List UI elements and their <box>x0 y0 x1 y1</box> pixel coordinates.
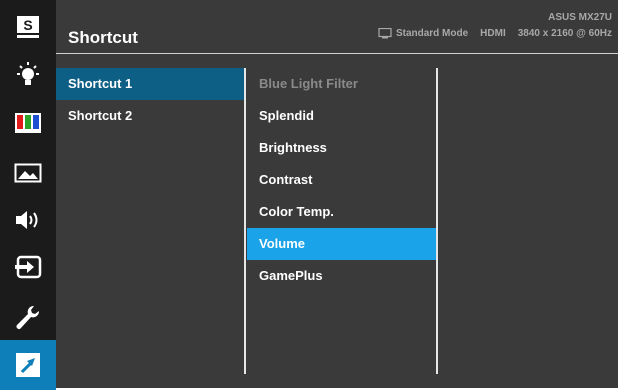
rail-item-splendid[interactable]: S <box>0 2 56 52</box>
monitor-icon <box>378 28 392 39</box>
splendid-s-icon: S <box>17 16 39 38</box>
mode-label: Standard Mode <box>395 28 469 39</box>
rail-item-sound[interactable] <box>0 195 56 245</box>
status-bar: Standard Mode HDMI 3840 x 2160 @ 60Hz <box>378 28 612 39</box>
system-setup-wrench-icon <box>16 305 40 329</box>
option-gameplus[interactable]: GamePlus <box>247 260 437 292</box>
sound-icon <box>16 211 38 229</box>
shortcut-arrow-icon <box>16 353 40 377</box>
option-brightness[interactable]: Brightness <box>247 132 437 164</box>
input-label: HDMI <box>480 28 506 39</box>
main-menu-rail: S <box>0 0 56 390</box>
image-icon <box>14 163 42 183</box>
blue-light-filter-icon <box>17 62 39 85</box>
rail-item-blue-light[interactable] <box>0 50 56 100</box>
rail-item-shortcut[interactable] <box>0 340 56 390</box>
model-name: ASUS MX27U <box>548 12 612 23</box>
rail-item-system-setup[interactable] <box>0 292 56 342</box>
input-select-icon <box>15 255 42 279</box>
level2-menu: Blue Light Filter Splendid Brightness Co… <box>247 68 437 292</box>
option-volume[interactable]: Volume <box>247 228 437 260</box>
menu-item-shortcut-2[interactable]: Shortcut 2 <box>56 100 244 132</box>
option-blue-light-filter[interactable]: Blue Light Filter <box>247 68 437 100</box>
color-bars-icon <box>15 113 41 133</box>
option-color-temp[interactable]: Color Temp. <box>247 196 437 228</box>
header: Shortcut ASUS MX27U Standard Mode HDMI 3… <box>56 0 618 54</box>
menu-item-shortcut-1[interactable]: Shortcut 1 <box>56 68 244 100</box>
option-contrast[interactable]: Contrast <box>247 164 437 196</box>
rail-item-image[interactable] <box>0 148 56 198</box>
rail-item-color[interactable] <box>0 98 56 148</box>
option-splendid[interactable]: Splendid <box>247 100 437 132</box>
rail-item-input[interactable] <box>0 242 56 292</box>
column-divider <box>436 68 438 374</box>
main-panel: Shortcut ASUS MX27U Standard Mode HDMI 3… <box>56 0 618 388</box>
page-title: Shortcut <box>68 28 138 47</box>
resolution-label: 3840 x 2160 @ 60Hz <box>517 28 612 39</box>
level1-menu: Shortcut 1 Shortcut 2 <box>56 68 244 132</box>
svg-text:S: S <box>23 17 32 33</box>
column-divider <box>244 68 246 374</box>
osd-window: S Shortcut ASUS MX27U Standard Mode HDMI… <box>0 0 621 390</box>
